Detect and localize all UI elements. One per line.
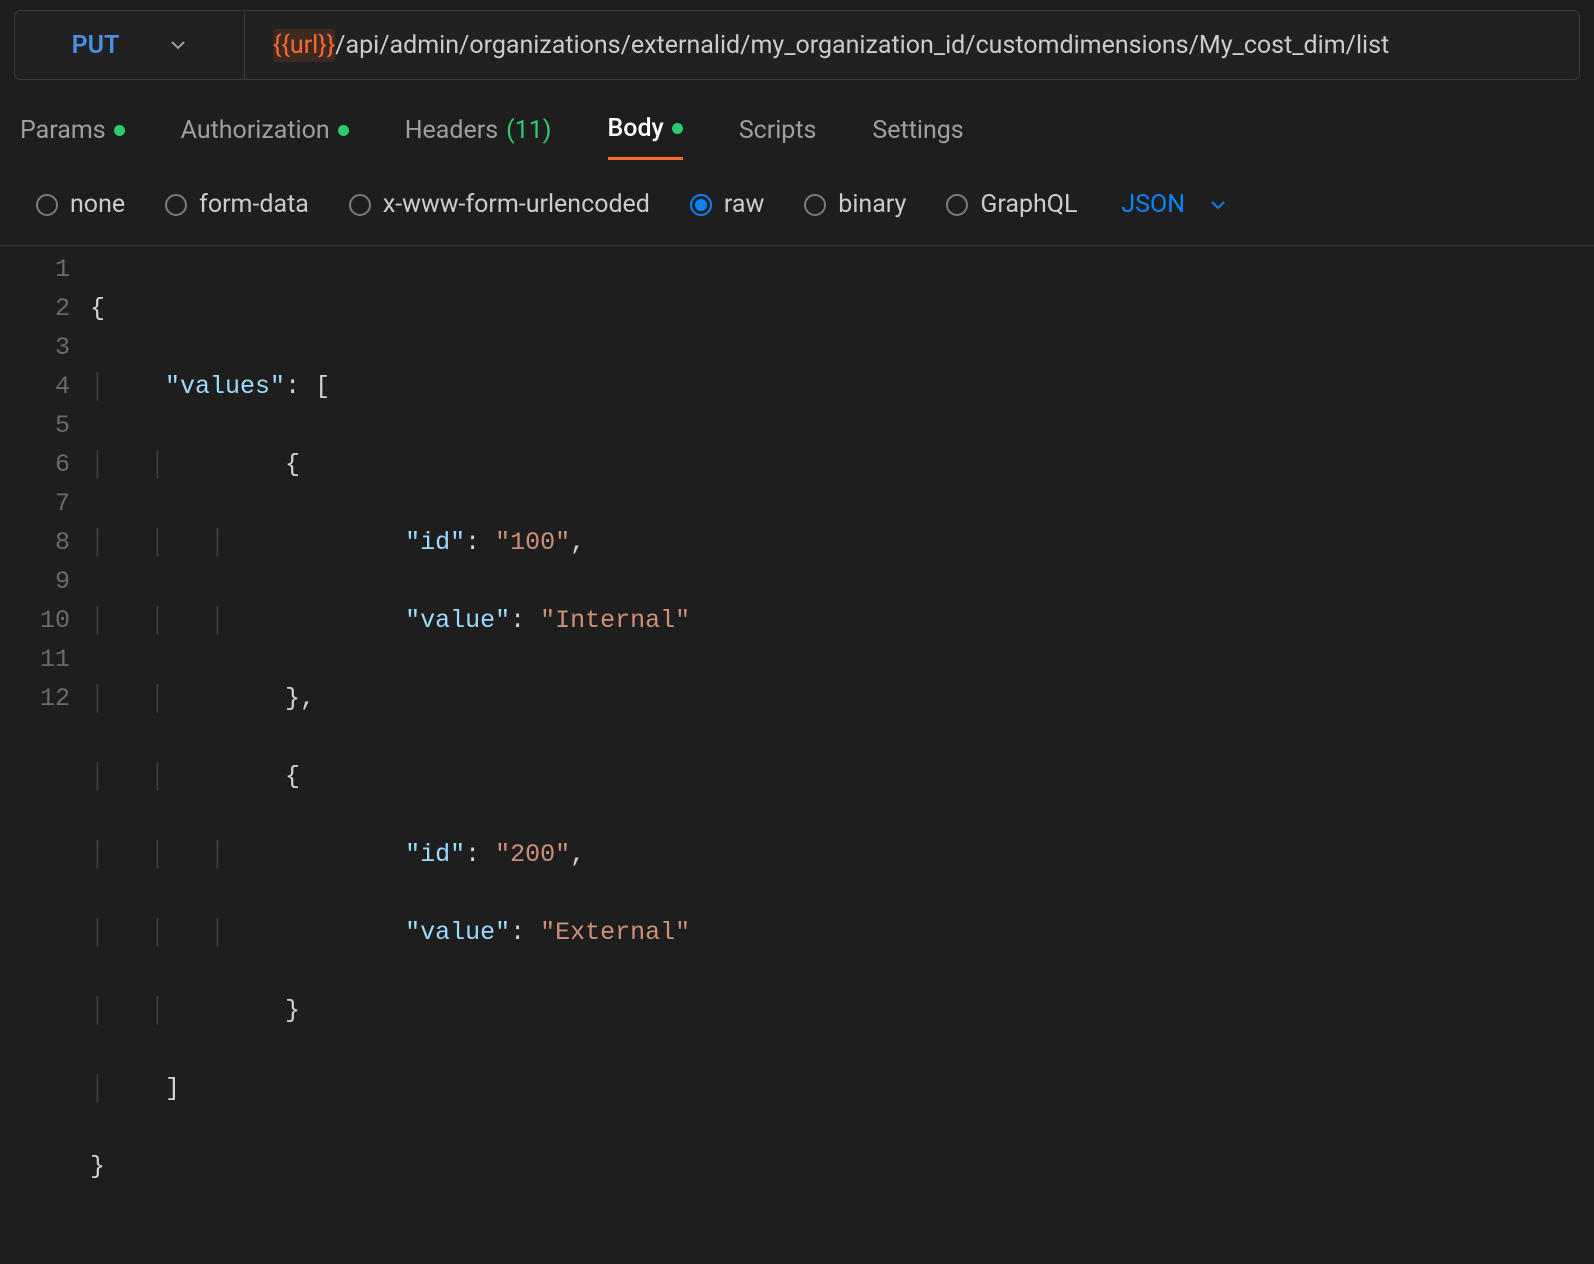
radio-label: GraphQL [980, 190, 1077, 219]
body-type-none[interactable]: none [36, 190, 125, 219]
line-number: 5 [20, 406, 70, 445]
line-number: 3 [20, 328, 70, 367]
tab-settings[interactable]: Settings [872, 116, 963, 159]
url-bar: PUT {{url}} /api/admin/organizations/ext… [14, 10, 1580, 80]
url-input[interactable]: {{url}} /api/admin/organizations/externa… [245, 11, 1579, 79]
radio-icon [349, 194, 371, 216]
radio-label: raw [724, 190, 764, 219]
http-method-dropdown[interactable]: PUT [15, 11, 245, 79]
request-tabs: Params Authorization Headers (11) Body S… [0, 80, 1594, 160]
body-type-x-www-form-urlencoded[interactable]: x-www-form-urlencoded [349, 190, 650, 219]
code-line: { [90, 289, 690, 328]
body-type-form-data[interactable]: form-data [165, 190, 309, 219]
line-number: 6 [20, 445, 70, 484]
radio-icon [165, 194, 187, 216]
body-type-raw[interactable]: raw [690, 190, 764, 219]
tab-label: Settings [872, 116, 963, 145]
tab-authorization[interactable]: Authorization [181, 116, 349, 159]
code-line: │ │ │ "id": "100", [90, 523, 690, 562]
tab-scripts[interactable]: Scripts [739, 116, 817, 159]
line-number: 11 [20, 640, 70, 679]
code-content[interactable]: { │ "values": [ │ │ { │ │ │ "id": "100",… [90, 250, 690, 1264]
line-number: 8 [20, 523, 70, 562]
radio-icon [804, 194, 826, 216]
tab-params[interactable]: Params [20, 116, 125, 159]
code-line: } [90, 1147, 690, 1186]
http-method: PUT [72, 31, 120, 60]
code-editor[interactable]: 1 2 3 4 5 6 7 8 9 10 11 12 { │ "values":… [0, 246, 1594, 1264]
radio-label: x-www-form-urlencoded [383, 190, 650, 219]
language-dropdown[interactable]: JSON [1121, 190, 1227, 219]
code-line: │ │ { [90, 445, 690, 484]
indicator-dot-icon [114, 125, 125, 136]
code-line: │ "values": [ [90, 367, 690, 406]
code-line: │ │ │ "id": "200", [90, 835, 690, 874]
tab-label: Authorization [181, 116, 330, 145]
radio-icon [690, 194, 712, 216]
code-line: │ │ │ "value": "Internal" [90, 601, 690, 640]
tab-label: Body [608, 114, 664, 143]
code-line: │ │ │ "value": "External" [90, 913, 690, 952]
radio-label: none [70, 190, 125, 219]
indicator-dot-icon [338, 125, 349, 136]
body-type-graphql[interactable]: GraphQL [946, 190, 1077, 219]
line-number: 2 [20, 289, 70, 328]
tab-label: Params [20, 116, 106, 145]
tab-headers[interactable]: Headers (11) [405, 116, 552, 159]
body-type-binary[interactable]: binary [804, 190, 906, 219]
url-variable: {{url}} [273, 29, 335, 62]
tab-body[interactable]: Body [608, 114, 683, 160]
tab-label: Scripts [739, 116, 817, 145]
line-number: 10 [20, 601, 70, 640]
code-line: │ ] [90, 1069, 690, 1108]
headers-count: (11) [506, 116, 551, 145]
language-label: JSON [1121, 190, 1185, 219]
chevron-down-icon [1209, 196, 1227, 214]
tab-label: Headers [405, 116, 498, 145]
radio-icon [946, 194, 968, 216]
code-line: │ │ } [90, 991, 690, 1030]
url-path: /api/admin/organizations/externalid/my_o… [335, 31, 1389, 60]
line-number: 4 [20, 367, 70, 406]
line-number-gutter: 1 2 3 4 5 6 7 8 9 10 11 12 [0, 250, 90, 1264]
body-type-row: none form-data x-www-form-urlencoded raw… [0, 160, 1594, 246]
code-line: │ │ }, [90, 679, 690, 718]
radio-label: binary [838, 190, 906, 219]
line-number: 9 [20, 562, 70, 601]
radio-label: form-data [199, 190, 309, 219]
indicator-dot-icon [672, 123, 683, 134]
line-number: 12 [20, 679, 70, 718]
line-number: 1 [20, 250, 70, 289]
chevron-down-icon [169, 36, 187, 54]
line-number: 7 [20, 484, 70, 523]
code-line: │ │ { [90, 757, 690, 796]
radio-icon [36, 194, 58, 216]
